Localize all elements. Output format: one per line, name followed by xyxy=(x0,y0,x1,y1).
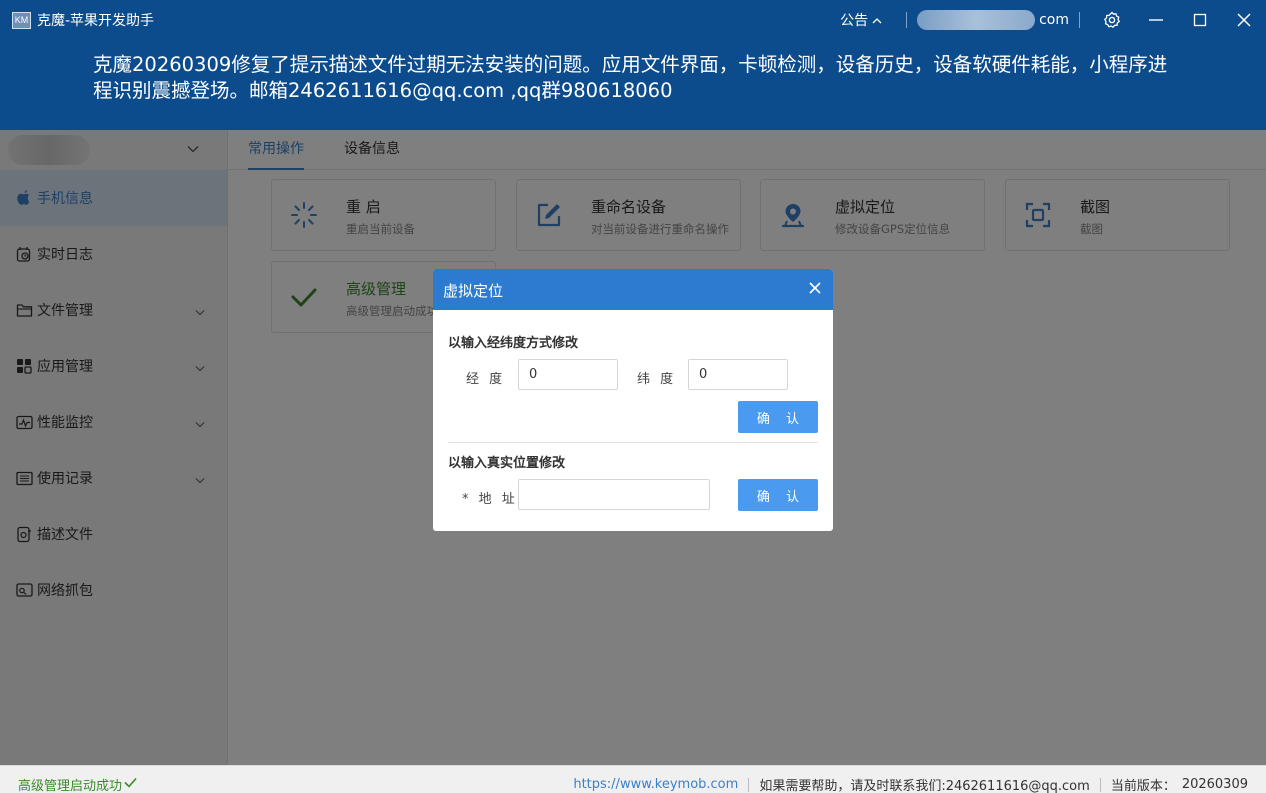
title-bar: KM 克魔-苹果开发助手 公告 com xyxy=(0,0,1266,40)
title-bar-controls: 公告 com xyxy=(840,0,1266,40)
help-text: 如果需要帮助，请及时联系我们:2462611616@qq.com xyxy=(759,779,1090,793)
account-name-blurred xyxy=(917,10,1036,30)
notice-toggle[interactable]: 公告 xyxy=(840,10,882,30)
address-input[interactable] xyxy=(518,479,710,510)
latitude-label: 纬 度 xyxy=(637,372,677,387)
virtual-location-dialog: 虚拟定位 以输入经纬度方式修改 经 度 纬 度 确 认 以输入真实位置修改 * … xyxy=(433,269,833,531)
dialog-title: 虚拟定位 xyxy=(443,282,504,300)
status-text: 高级管理启动成功 xyxy=(18,779,123,793)
announcement-banner: 克魔20260309修复了提示描述文件过期无法安装的问题。应用文件界面，卡顿检测… xyxy=(0,40,1266,130)
notice-label: 公告 xyxy=(840,13,869,29)
confirm-address-button[interactable]: 确 认 xyxy=(738,479,818,511)
app-logo: KM xyxy=(12,11,31,29)
minimize-icon xyxy=(1148,12,1164,28)
status-message: 高级管理启动成功 xyxy=(18,775,137,793)
longitude-label: 经 度 xyxy=(466,372,506,387)
longitude-input[interactable] xyxy=(518,359,618,390)
confirm-coordinates-button[interactable]: 确 认 xyxy=(738,401,818,433)
section-title-address: 以输入真实位置修改 xyxy=(448,456,566,471)
close-icon xyxy=(809,282,821,298)
separator xyxy=(1099,777,1101,792)
announcement-text: 克魔20260309修复了提示描述文件过期无法安装的问题。应用文件界面，卡顿检测… xyxy=(93,53,1168,102)
separator xyxy=(1079,12,1080,28)
maximize-icon xyxy=(1193,13,1207,27)
status-info: https://www.keymob.com 如果需要帮助，请及时联系我们:24… xyxy=(573,775,1248,793)
close-window-button[interactable] xyxy=(1222,0,1266,40)
version-value: 20260309 xyxy=(1181,777,1248,792)
minimize-button[interactable] xyxy=(1134,0,1178,40)
status-bar: 高级管理启动成功 https://www.keymob.com 如果需要帮助，请… xyxy=(0,765,1266,793)
separator xyxy=(906,12,908,28)
settings-button[interactable] xyxy=(1090,0,1134,40)
chevron-up-icon xyxy=(872,14,882,27)
version-label: 当前版本： xyxy=(1110,779,1176,793)
website-link[interactable]: https://www.keymob.com xyxy=(573,777,738,792)
separator xyxy=(748,777,750,792)
maximize-button[interactable] xyxy=(1178,0,1222,40)
app-title: 克魔-苹果开发助手 xyxy=(37,13,155,29)
dialog-header: 虚拟定位 xyxy=(433,269,833,310)
account-info[interactable]: com xyxy=(917,10,1069,30)
section-title-coordinates: 以输入经纬度方式修改 xyxy=(448,336,579,351)
address-label: * 地 址 xyxy=(462,492,518,507)
account-suffix: com xyxy=(1039,12,1069,28)
gear-icon xyxy=(1103,11,1121,29)
dialog-close-button[interactable] xyxy=(807,282,823,298)
close-icon xyxy=(1237,13,1251,27)
latitude-input[interactable] xyxy=(688,359,788,390)
check-icon xyxy=(124,777,137,792)
divider xyxy=(448,442,818,443)
